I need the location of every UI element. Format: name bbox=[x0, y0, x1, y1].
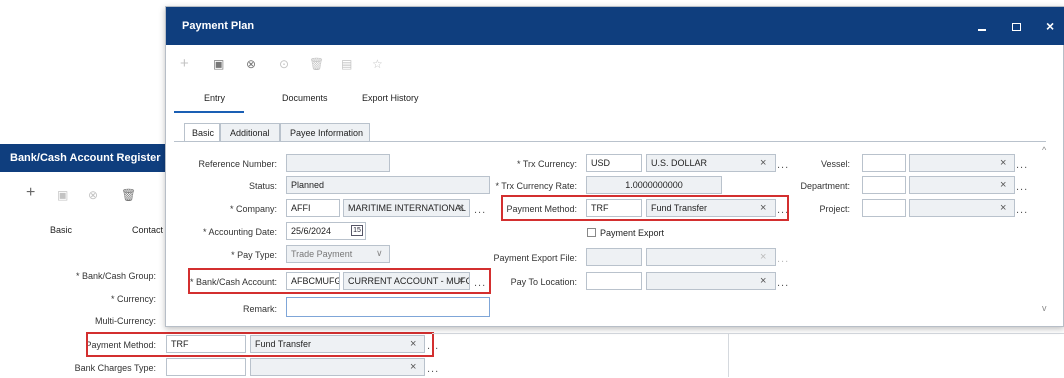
tab-documents[interactable]: Documents bbox=[282, 93, 328, 103]
maximize-icon[interactable] bbox=[1012, 23, 1021, 31]
dialog-title: Payment Plan bbox=[182, 20, 255, 32]
trx-rate-label: * Trx Currency Rate: bbox=[495, 181, 577, 191]
payment-export-file-label: Payment Export File: bbox=[493, 253, 577, 263]
pay-to-location-clear-icon[interactable]: × bbox=[760, 272, 766, 290]
department-label: Department: bbox=[800, 181, 850, 191]
bank-charges-name[interactable] bbox=[250, 358, 425, 376]
trx-currency-clear-icon[interactable]: × bbox=[760, 154, 766, 172]
department-clear-icon[interactable]: × bbox=[1000, 176, 1006, 194]
new-icon[interactable]: + bbox=[180, 56, 189, 71]
bg-divider bbox=[728, 333, 729, 377]
trx-currency-label: * Trx Currency: bbox=[516, 159, 577, 169]
vessel-label: Vessel: bbox=[820, 159, 850, 169]
bank-register-title: Bank/Cash Account Register bbox=[10, 152, 161, 164]
bank-account-highlight bbox=[188, 268, 491, 294]
pay-type-select[interactable]: Trade Payment bbox=[286, 245, 390, 263]
star-icon[interactable]: ☆ bbox=[372, 57, 383, 71]
calendar-icon[interactable]: 15 bbox=[351, 225, 363, 236]
trx-currency-name[interactable]: U.S. DOLLAR bbox=[646, 154, 776, 172]
reference-number-label: Reference Number: bbox=[198, 159, 277, 169]
minimize-icon[interactable] bbox=[978, 29, 986, 31]
multi-currency-label: Multi-Currency: bbox=[94, 316, 156, 326]
vessel-lookup-icon[interactable]: ... bbox=[1016, 156, 1028, 174]
subtab-payee-label: Payee Information bbox=[290, 128, 364, 138]
add-icon[interactable]: + bbox=[26, 185, 35, 201]
company-name[interactable]: MARITIME INTERNATIONAL bbox=[343, 199, 470, 217]
bank-charges-clear-icon[interactable]: × bbox=[410, 358, 416, 376]
bg-hline bbox=[432, 333, 1064, 334]
tab-export-history[interactable]: Export History bbox=[362, 93, 419, 103]
payment-export-label: Payment Export bbox=[600, 228, 665, 238]
payment-export-checkbox[interactable] bbox=[587, 228, 596, 237]
trx-currency-code[interactable]: USD bbox=[586, 154, 642, 172]
bank-charges-lookup-icon[interactable]: ... bbox=[427, 360, 439, 378]
payment-method-highlight bbox=[501, 195, 789, 221]
payment-export-file-name[interactable] bbox=[646, 248, 776, 266]
pay-to-location-code[interactable] bbox=[586, 272, 642, 290]
company-code[interactable]: AFFI bbox=[286, 199, 340, 217]
project-label: Project: bbox=[819, 204, 850, 214]
payment-plan-dialog: Payment Plan × + ▣ ⊗ ⊙ 🗑 ▤ ☆ Entry Docum… bbox=[165, 6, 1064, 327]
scroll-down-icon[interactable]: v bbox=[1042, 303, 1047, 313]
bank-tab-contact[interactable]: Contact bbox=[132, 225, 163, 235]
accounting-date-label: * Accounting Date: bbox=[202, 227, 277, 237]
pay-type-label: * Pay Type: bbox=[231, 250, 277, 260]
status-label: Status: bbox=[248, 181, 277, 191]
cancel-icon[interactable]: ⊗ bbox=[88, 188, 98, 202]
department-lookup-icon[interactable]: ... bbox=[1016, 178, 1028, 196]
project-code[interactable] bbox=[862, 199, 906, 217]
trx-currency-lookup-icon[interactable]: ... bbox=[777, 156, 789, 174]
bank-tab-basic[interactable]: Basic bbox=[50, 225, 72, 235]
payment-export-file-code[interactable] bbox=[586, 248, 642, 266]
dialog-titlebar bbox=[166, 7, 1064, 45]
save-icon[interactable]: ▣ bbox=[57, 188, 68, 202]
trx-rate-field[interactable]: 1.0000000000 bbox=[586, 176, 722, 194]
remark-label: Remark: bbox=[242, 304, 277, 314]
department-code[interactable] bbox=[862, 176, 906, 194]
save-icon[interactable]: ▣ bbox=[213, 57, 224, 71]
subtab-basic-label: Basic bbox=[192, 128, 215, 138]
cancel-icon[interactable]: ⊗ bbox=[246, 57, 256, 71]
delete-icon[interactable]: 🗑 bbox=[121, 188, 136, 202]
pay-to-location-lookup-icon[interactable]: ... bbox=[777, 274, 789, 292]
remark-field[interactable] bbox=[286, 297, 490, 317]
pay-to-location-name[interactable] bbox=[646, 272, 776, 290]
payment-export-file-lookup-icon[interactable]: ... bbox=[777, 250, 789, 268]
pay-to-location-label: Pay To Location: bbox=[510, 277, 577, 287]
print-icon[interactable]: ▤ bbox=[341, 57, 352, 71]
payment-export-file-clear-icon[interactable]: × bbox=[760, 248, 766, 266]
tab-entry-underline bbox=[174, 111, 244, 113]
currency-label: * Currency: bbox=[110, 294, 156, 304]
subtab-additional-label: Additional bbox=[230, 128, 270, 138]
bg-payment-method-highlight bbox=[86, 332, 434, 357]
project-lookup-icon[interactable]: ... bbox=[1016, 201, 1028, 219]
bank-group-label: * Bank/Cash Group: bbox=[75, 271, 156, 281]
scroll-up-icon[interactable]: ^ bbox=[1042, 145, 1046, 155]
company-lookup-icon[interactable]: ... bbox=[474, 201, 486, 219]
tab-entry[interactable]: Entry bbox=[204, 93, 225, 103]
forward-icon[interactable]: ⊙ bbox=[279, 57, 289, 71]
status-field: Planned bbox=[286, 176, 490, 194]
company-label: * Company: bbox=[229, 204, 277, 214]
project-clear-icon[interactable]: × bbox=[1000, 199, 1006, 217]
company-clear-icon[interactable]: × bbox=[458, 199, 464, 217]
bank-charges-label: Bank Charges Type: bbox=[74, 363, 156, 373]
reference-number-field[interactable] bbox=[286, 154, 390, 172]
chevron-down-icon: ∨ bbox=[376, 248, 383, 258]
close-icon[interactable]: × bbox=[1046, 18, 1054, 34]
bank-charges-code[interactable] bbox=[166, 358, 246, 376]
vessel-code[interactable] bbox=[862, 154, 906, 172]
delete-icon[interactable]: 🗑 bbox=[309, 57, 324, 71]
vessel-clear-icon[interactable]: × bbox=[1000, 154, 1006, 172]
